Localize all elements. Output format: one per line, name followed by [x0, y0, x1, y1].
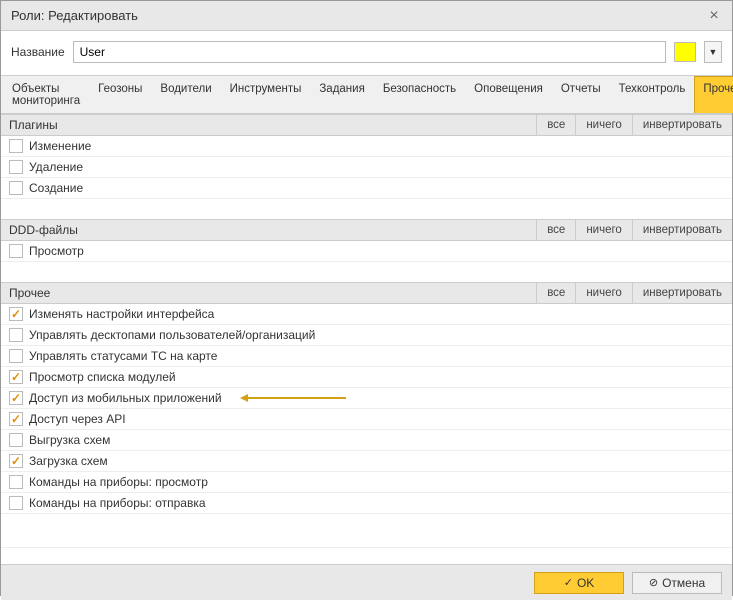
permission-label: Доступ через API	[29, 412, 126, 426]
bottom-spacer	[1, 514, 732, 548]
tab-8[interactable]: Техконтроль	[610, 76, 695, 113]
checkbox[interactable]	[9, 181, 23, 195]
tab-bar: Объекты мониторингаГеозоныВодителиИнстру…	[1, 76, 732, 114]
section-header: Прочеевсеничегоинвертировать	[1, 282, 732, 304]
cancel-label: Отмена	[662, 576, 705, 590]
section-title: DDD-файлы	[1, 223, 536, 237]
section-spacer	[1, 262, 732, 282]
cancel-icon: ⊘	[649, 576, 658, 589]
toggle-all[interactable]: все	[536, 115, 575, 135]
permission-label: Доступ из мобильных приложений	[29, 391, 222, 405]
ok-button[interactable]: ✓ OK	[534, 572, 624, 594]
close-icon[interactable]: ×	[706, 8, 722, 24]
checkbox[interactable]	[9, 307, 23, 321]
toggle-invert[interactable]: инвертировать	[632, 115, 732, 135]
checkbox[interactable]	[9, 139, 23, 153]
permission-row[interactable]: Выгрузка схем	[1, 430, 732, 451]
permission-label: Выгрузка схем	[29, 433, 110, 447]
tab-7[interactable]: Отчеты	[552, 76, 610, 113]
permission-row[interactable]: Управлять статусами ТС на карте	[1, 346, 732, 367]
permission-row[interactable]: Команды на приборы: просмотр	[1, 472, 732, 493]
toggle-none[interactable]: ничего	[575, 220, 632, 240]
tab-2[interactable]: Водители	[151, 76, 220, 113]
section-spacer	[1, 199, 732, 219]
checkbox[interactable]	[9, 370, 23, 384]
permission-label: Изменение	[29, 139, 91, 153]
permission-row[interactable]: Управлять десктопами пользователей/орган…	[1, 325, 732, 346]
permission-label: Просмотр	[29, 244, 84, 258]
check-icon: ✓	[564, 576, 573, 589]
arrow-annotation	[246, 397, 346, 399]
permission-row[interactable]: Доступ через API	[1, 409, 732, 430]
footer: ✓ OK ⊘ Отмена	[1, 564, 732, 600]
checkbox[interactable]	[9, 454, 23, 468]
chevron-down-icon: ▼	[709, 47, 718, 57]
checkbox[interactable]	[9, 496, 23, 510]
toggle-none[interactable]: ничего	[575, 115, 632, 135]
checkbox[interactable]	[9, 328, 23, 342]
tab-3[interactable]: Инструменты	[221, 76, 311, 113]
checkbox[interactable]	[9, 412, 23, 426]
permission-row[interactable]: Создание	[1, 178, 732, 199]
permission-row[interactable]: Команды на приборы: отправка	[1, 493, 732, 514]
name-row: Название ▼	[1, 31, 732, 76]
checkbox[interactable]	[9, 433, 23, 447]
name-input[interactable]	[73, 41, 666, 63]
permission-label: Управлять десктопами пользователей/орган…	[29, 328, 315, 342]
checkbox[interactable]	[9, 391, 23, 405]
cancel-button[interactable]: ⊘ Отмена	[632, 572, 722, 594]
permission-row[interactable]: Удаление	[1, 157, 732, 178]
permission-label: Команды на приборы: просмотр	[29, 475, 208, 489]
name-label: Название	[11, 45, 65, 59]
tab-9[interactable]: Прочее	[694, 76, 733, 113]
section-title: Плагины	[1, 118, 536, 132]
content-area: ПлагинывсеничегоинвертироватьИзменениеУд…	[1, 114, 732, 564]
permission-label: Просмотр списка модулей	[29, 370, 176, 384]
tab-5[interactable]: Безопасность	[374, 76, 465, 113]
toggle-invert[interactable]: инвертировать	[632, 220, 732, 240]
permission-label: Управлять статусами ТС на карте	[29, 349, 217, 363]
titlebar: Роли: Редактировать ×	[1, 1, 732, 31]
window-title: Роли: Редактировать	[11, 8, 138, 23]
toggle-all[interactable]: все	[536, 283, 575, 303]
toggle-all[interactable]: все	[536, 220, 575, 240]
permission-label: Изменять настройки интерфейса	[29, 307, 214, 321]
tab-6[interactable]: Оповещения	[465, 76, 552, 113]
toggle-none[interactable]: ничего	[575, 283, 632, 303]
permission-row[interactable]: Загрузка схем	[1, 451, 732, 472]
checkbox[interactable]	[9, 475, 23, 489]
permission-row[interactable]: Просмотр списка модулей	[1, 367, 732, 388]
checkbox[interactable]	[9, 349, 23, 363]
permission-row[interactable]: Изменение	[1, 136, 732, 157]
checkbox[interactable]	[9, 160, 23, 174]
tab-4[interactable]: Задания	[310, 76, 373, 113]
permission-label: Создание	[29, 181, 83, 195]
toggle-invert[interactable]: инвертировать	[632, 283, 732, 303]
permission-row[interactable]: Доступ из мобильных приложений	[1, 388, 732, 409]
permission-row[interactable]: Изменять настройки интерфейса	[1, 304, 732, 325]
ok-label: OK	[577, 576, 594, 590]
permission-label: Загрузка схем	[29, 454, 108, 468]
tab-0[interactable]: Объекты мониторинга	[3, 76, 89, 113]
permission-row[interactable]: Просмотр	[1, 241, 732, 262]
color-dropdown-button[interactable]: ▼	[704, 41, 722, 63]
permission-label: Удаление	[29, 160, 83, 174]
section-title: Прочее	[1, 286, 536, 300]
permission-label: Команды на приборы: отправка	[29, 496, 206, 510]
section-header: DDD-файлывсеничегоинвертировать	[1, 219, 732, 241]
tab-1[interactable]: Геозоны	[89, 76, 151, 113]
color-swatch[interactable]	[674, 42, 696, 62]
checkbox[interactable]	[9, 244, 23, 258]
section-header: Плагинывсеничегоинвертировать	[1, 114, 732, 136]
